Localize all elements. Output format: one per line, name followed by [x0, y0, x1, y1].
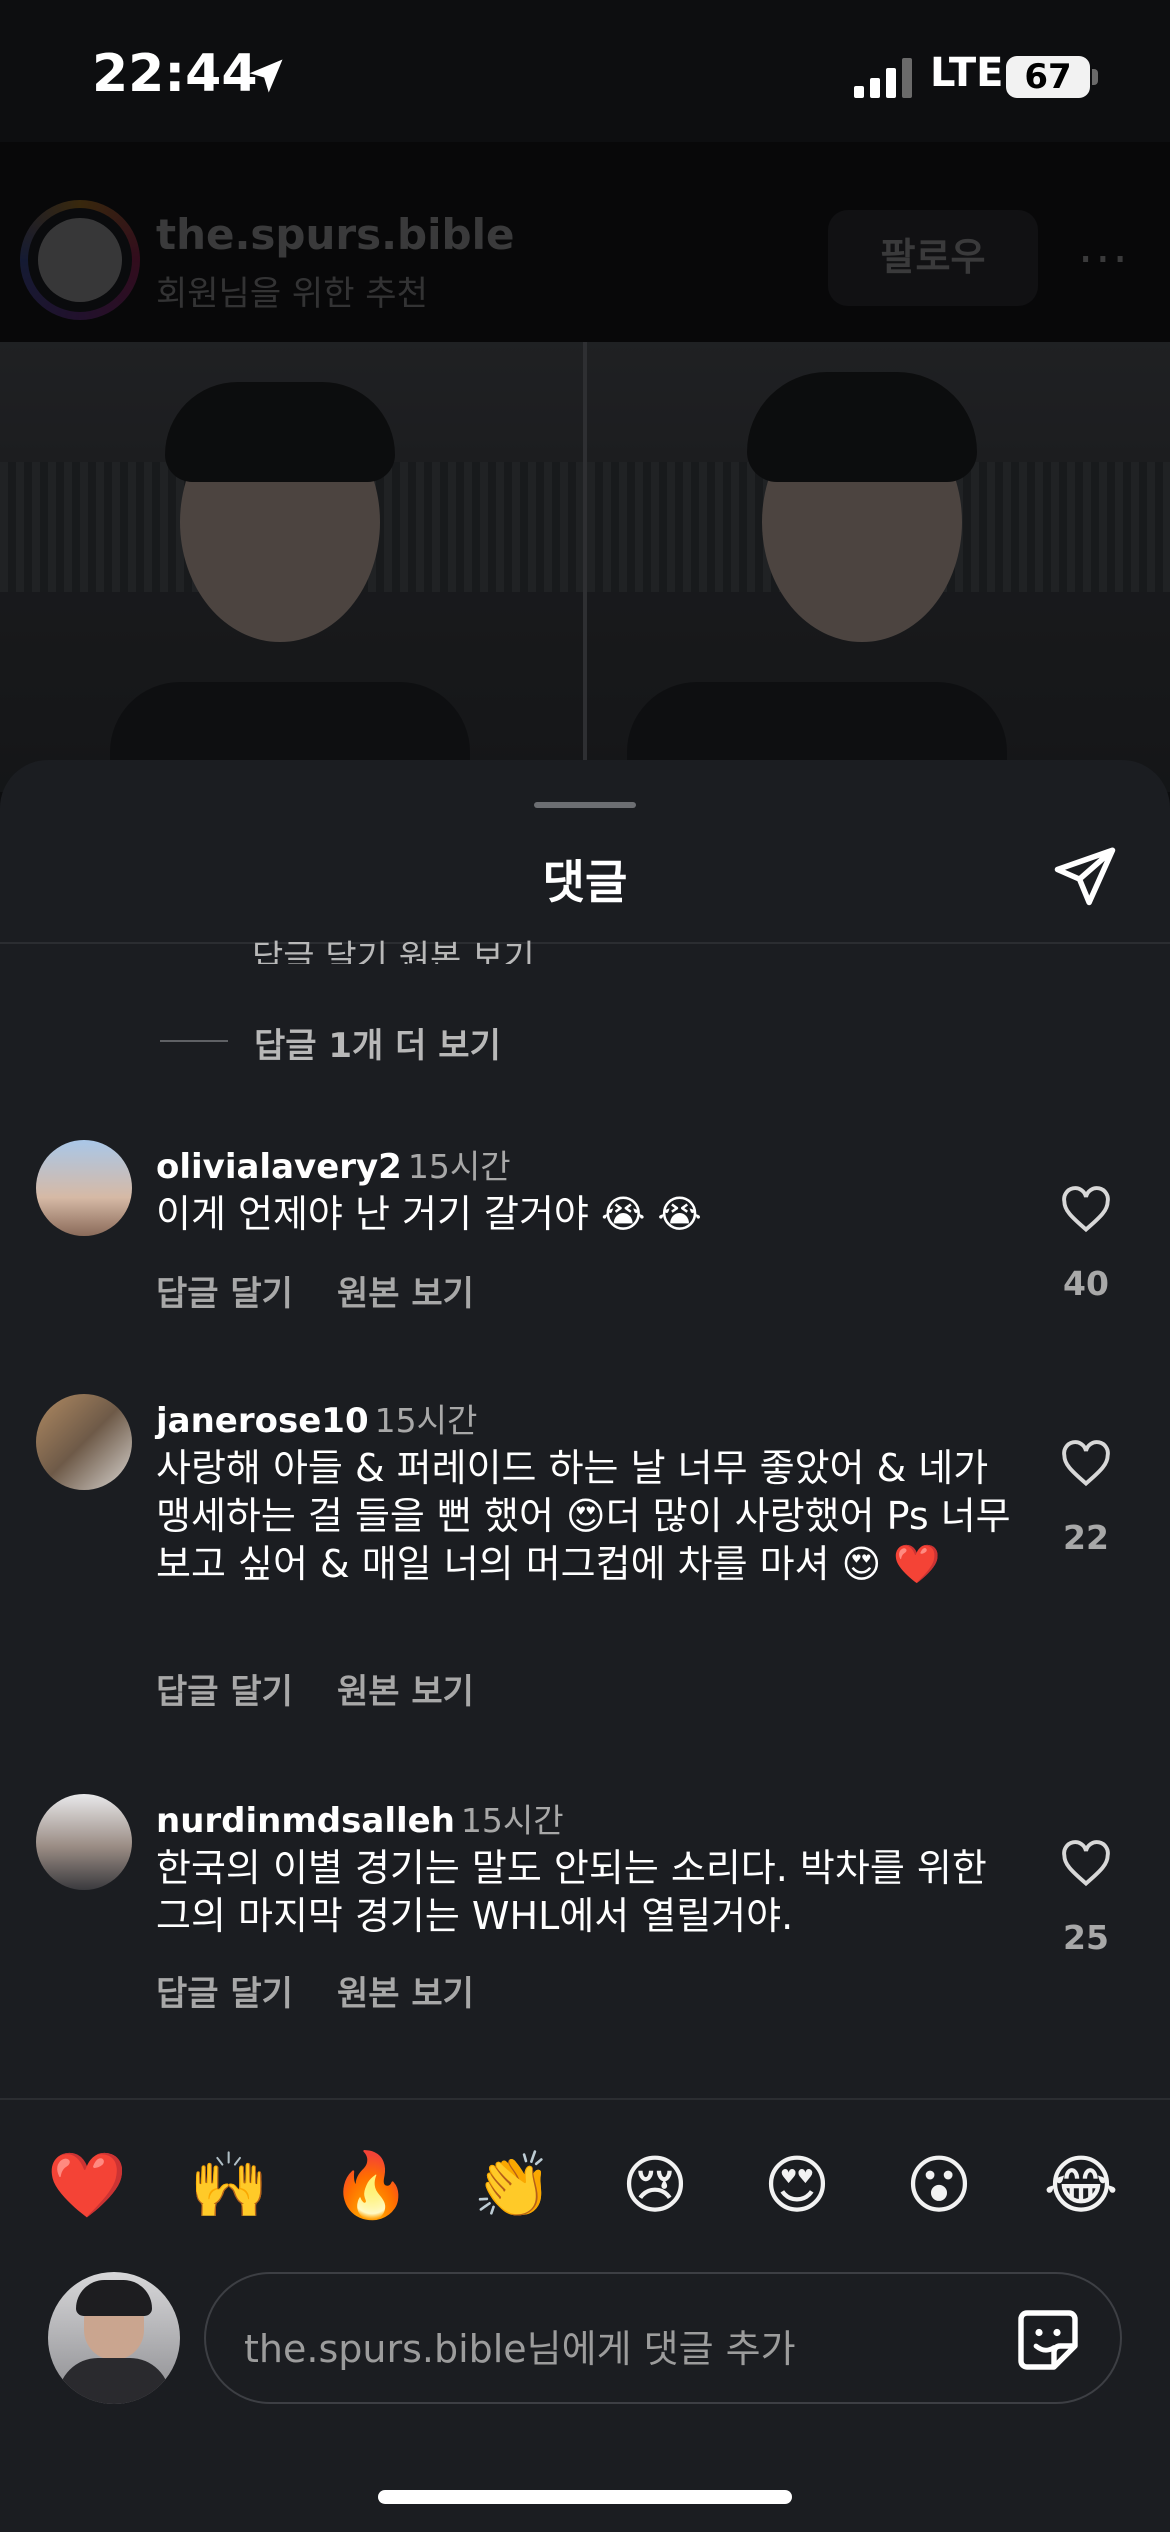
emoji-bar-divider: [0, 2098, 1170, 2100]
battery-tip: [1092, 69, 1098, 85]
view-more-replies[interactable]: 답글 1개 더 보기: [254, 1018, 501, 1067]
home-indicator[interactable]: [378, 2490, 792, 2504]
like-count: 25: [1063, 1918, 1109, 1957]
emoji-laughing[interactable]: 😂: [1036, 2146, 1126, 2226]
emoji-clap[interactable]: 👏: [468, 2146, 558, 2226]
see-original-button[interactable]: 원본 보기: [337, 1974, 474, 2014]
location-arrow-icon: [249, 59, 283, 93]
emoji-fire[interactable]: 🔥: [326, 2146, 416, 2226]
comment-avatar[interactable]: [36, 1394, 132, 1490]
heart-outline-icon[interactable]: [1060, 1186, 1112, 1234]
comment-username[interactable]: janerose10 15시간: [156, 1394, 477, 1442]
comment-avatar[interactable]: [36, 1794, 132, 1890]
like-count: 40: [1063, 1264, 1109, 1303]
comment-actions: 답글 달기 원본 보기: [156, 1266, 518, 1315]
comment-text: 사랑해 아들 & 퍼레이드 하는 날 너무 좋았어 & 네가 맹세하는 걸 들을…: [156, 1446, 1011, 1586]
paper-plane-icon[interactable]: [1050, 842, 1120, 908]
like-count: 22: [1063, 1518, 1109, 1557]
comment-time: 15시간: [407, 1147, 511, 1186]
comment-input-placeholder[interactable]: the.spurs.bible님에게 댓글 추가: [244, 2318, 796, 2373]
reply-button[interactable]: 답글 달기: [156, 1274, 293, 1314]
emoji-heart[interactable]: ❤️: [42, 2146, 132, 2226]
comment-actions: 답글 달기 원본 보기: [156, 1664, 518, 1713]
comment-text: 한국의 이별 경기는 말도 안되는 소리다. 박차를 위한 그의 마지막 경기는…: [156, 1846, 987, 1938]
sheet-drag-handle[interactable]: [534, 802, 636, 808]
comment-time: 15시간: [374, 1401, 478, 1440]
my-avatar[interactable]: [48, 2272, 180, 2404]
comment-text: 이게 언제야 난 거기 갈거야 😭 😭: [156, 1192, 702, 1236]
sticker-icon[interactable]: [1012, 2304, 1084, 2376]
avatar-hair: [76, 2280, 152, 2316]
comment-avatar[interactable]: [36, 1140, 132, 1236]
heart-outline-icon[interactable]: [1060, 1840, 1112, 1888]
sheet-title: 댓글: [542, 855, 628, 909]
see-original-button[interactable]: 원본 보기: [337, 1274, 474, 1314]
network-type: LTE: [930, 50, 1004, 96]
status-time: 22:44: [92, 44, 258, 104]
heart-outline-icon[interactable]: [1060, 1440, 1112, 1488]
comments-sheet: [0, 760, 1170, 2532]
previous-comment-actions[interactable]: 답글 달기 원본 보기: [252, 930, 535, 964]
reply-button[interactable]: 답글 달기: [156, 1672, 293, 1712]
signal-strength-icon: [854, 58, 912, 98]
replies-line: [160, 1040, 228, 1042]
comment-username[interactable]: nurdinmdsalleh 15시간: [156, 1794, 564, 1842]
emoji-surprised[interactable]: 😮: [894, 2146, 984, 2226]
reply-button[interactable]: 답글 달기: [156, 1974, 293, 2014]
emoji-heart-eyes[interactable]: 😍: [752, 2146, 842, 2226]
sheet-divider: [0, 942, 1170, 944]
comment-username[interactable]: olivialavery2 15시간: [156, 1140, 511, 1188]
comment-actions: 답글 달기 원본 보기: [156, 1966, 518, 2015]
dim-overlay[interactable]: [0, 142, 1170, 792]
battery-indicator: 67: [1006, 56, 1090, 98]
comment-time: 15시간: [460, 1801, 564, 1840]
emoji-raised-hands[interactable]: 🙌: [184, 2146, 274, 2226]
see-original-button[interactable]: 원본 보기: [337, 1672, 474, 1712]
avatar-body: [58, 2358, 170, 2404]
emoji-crying[interactable]: 😢: [610, 2146, 700, 2226]
